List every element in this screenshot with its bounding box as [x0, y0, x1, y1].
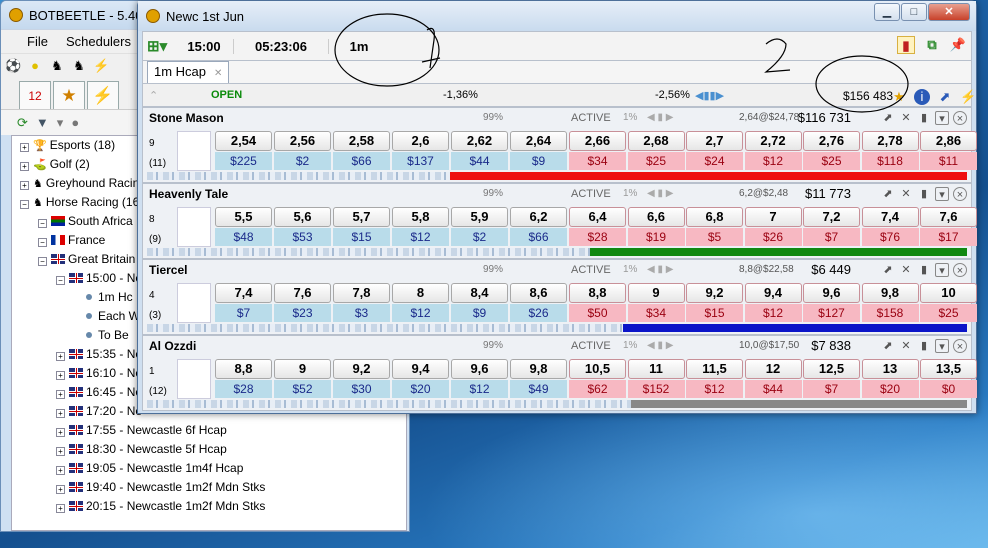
annotation-layer: [334, 13, 909, 113]
annotation-digit-1: [421, 27, 441, 69]
annotation-circle-2: [815, 55, 909, 113]
annotation-circle-1: [334, 13, 440, 87]
annotation-digit-2: [764, 38, 791, 73]
